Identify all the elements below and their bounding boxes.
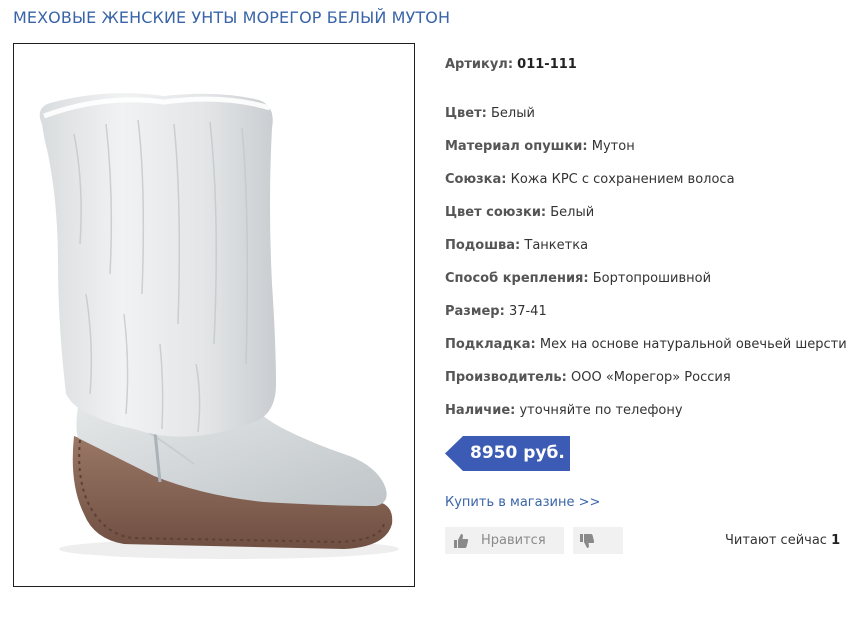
spec-color: Цвет: Белый bbox=[445, 106, 535, 121]
fur-boot-image bbox=[39, 93, 399, 559]
spec-label: Цвет: bbox=[445, 106, 487, 121]
spec-value: 011-111 bbox=[517, 57, 577, 72]
spec-value: уточняйте по телефону bbox=[519, 403, 683, 418]
spec-label: Наличие: bbox=[445, 403, 516, 418]
buy-in-store-link[interactable]: Купить в магазине >> bbox=[445, 495, 600, 510]
spec-label: Размер: bbox=[445, 304, 505, 319]
spec-vamp: Союзка: Кожа КРС с сохранением волоса bbox=[445, 172, 735, 187]
reading-label: Читают сейчас bbox=[725, 533, 827, 548]
spec-lining: Подкладка: Мех на основе натуральной ове… bbox=[445, 337, 847, 352]
spec-value: Бортопрошивной bbox=[592, 271, 712, 286]
reading-now: Читают сейчас 1 bbox=[725, 533, 840, 548]
spec-label: Способ крепления: bbox=[445, 271, 589, 286]
thumbs-up-icon bbox=[453, 532, 471, 550]
spec-trim-material: Материал опушки: Мутон bbox=[445, 139, 635, 154]
spec-value: Мех на основе натуральной овечьей шерсти bbox=[539, 337, 847, 352]
price-value: 8950 руб. bbox=[470, 443, 565, 463]
spec-label: Союзка: bbox=[445, 172, 507, 187]
spec-vamp-color: Цвет союзки: Белый bbox=[445, 205, 594, 220]
spec-value: ООО «Морегор» Россия bbox=[570, 370, 731, 385]
like-button[interactable]: Нравится bbox=[445, 527, 564, 554]
spec-value: Мутон bbox=[591, 139, 635, 154]
spec-label: Артикул: bbox=[445, 57, 514, 72]
spec-value: Белый bbox=[490, 106, 535, 121]
spec-size: Размер: 37-41 bbox=[445, 304, 547, 319]
spec-label: Материал опушки: bbox=[445, 139, 588, 154]
reading-count: 1 bbox=[831, 533, 841, 548]
dislike-button[interactable] bbox=[573, 527, 623, 554]
spec-value: 37-41 bbox=[508, 304, 547, 319]
spec-label: Подошва: bbox=[445, 238, 521, 253]
spec-label: Подкладка: bbox=[445, 337, 536, 352]
spec-availability: Наличие: уточняйте по телефону bbox=[445, 403, 683, 418]
like-label: Нравится bbox=[481, 533, 546, 548]
product-title: МЕХОВЫЕ ЖЕНСКИЕ УНТЫ МОРЕГОР БЕЛЫЙ МУТОН bbox=[13, 8, 451, 27]
spec-article: Артикул: 011-111 bbox=[445, 57, 577, 72]
product-image[interactable] bbox=[13, 43, 415, 587]
spec-value: Белый bbox=[550, 205, 595, 220]
spec-sole: Подошва: Танкетка bbox=[445, 238, 588, 253]
price-tag: 8950 руб. bbox=[445, 436, 570, 471]
spec-label: Цвет союзки: bbox=[445, 205, 547, 220]
spec-label: Производитель: bbox=[445, 370, 567, 385]
spec-value: Кожа КРС с сохранением волоса bbox=[510, 172, 735, 187]
spec-construction: Способ крепления: Бортопрошивной bbox=[445, 271, 711, 286]
spec-value: Танкетка bbox=[524, 238, 589, 253]
thumbs-down-icon bbox=[579, 532, 597, 550]
spec-manufacturer: Производитель: ООО «Морегор» Россия bbox=[445, 370, 731, 385]
